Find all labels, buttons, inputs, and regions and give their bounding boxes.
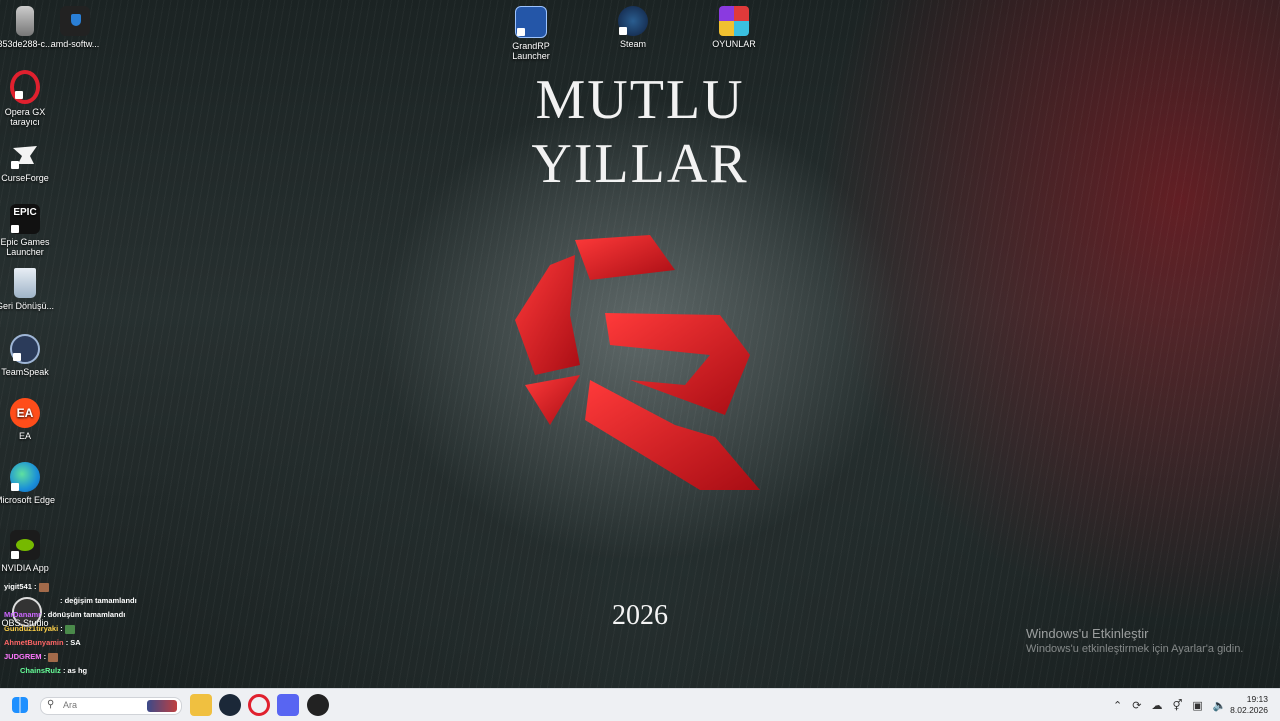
desktop-icon-label: CurseForge — [1, 173, 49, 183]
search-placeholder: Ara — [63, 700, 78, 710]
chat-user: yigit541 — [4, 582, 32, 591]
file-explorer-icon[interactable] — [190, 694, 212, 716]
chat-message: ChainsRulz : as hg — [20, 664, 304, 678]
chat-user: AhmetBunyamin — [4, 638, 64, 647]
desktop-icon-label: Microsoft Edge — [0, 495, 56, 505]
desktop-icon-label: GrandRP Launcher — [512, 41, 550, 61]
desktop-icon-label: amd-softw... — [50, 39, 100, 49]
desktop-icon-label: TeamSpeak — [1, 367, 49, 377]
chevron-up-icon[interactable]: ⌃ — [1113, 699, 1122, 712]
desktop-icon-obs[interactable]: OBS Studio — [0, 618, 56, 628]
file-icon — [16, 6, 34, 36]
clock[interactable]: 19:13 8.02.2026 — [1230, 694, 1268, 716]
desktop-icon-label: EA — [18, 431, 31, 441]
teamspeak-icon — [10, 334, 40, 364]
desktop-icon-label: Geri Dönüşü... — [0, 301, 55, 311]
activation-subtitle: Windows'u etkinleştirmek için Ayarlar'a … — [1026, 643, 1244, 655]
desktop-icon-steam[interactable]: Steam — [602, 6, 664, 49]
chat-message: yigit541 : — [4, 580, 304, 594]
desktop-icon-nvidia[interactable]: NVIDIA App — [0, 530, 56, 573]
chat-user: ChainsRulz — [20, 666, 61, 675]
nvidia-icon — [10, 530, 40, 560]
desktop-icon-label: Epic Games Launcher — [0, 237, 50, 257]
emote-icon — [48, 652, 59, 662]
desktop-icon-label: OYUNLAR — [712, 39, 756, 49]
desktop-icon-label: Opera GX tarayıcı — [4, 107, 46, 127]
microphone-icon[interactable]: ⚥ — [1172, 699, 1182, 712]
taskbar: ⚲ Ara ⌃ ⟳ ☁ ⚥ ▣ 🔈 19:13 8.02.2026 — [0, 688, 1280, 721]
activation-watermark: Windows'u Etkinleştir Windows'u etkinleş… — [1026, 626, 1243, 655]
chat-text: : değişim tamamlandı — [60, 596, 137, 605]
folder-games-icon — [719, 6, 749, 36]
desktop-icon-oyunlar[interactable]: OYUNLAR — [703, 6, 765, 49]
grandrp-logo — [515, 235, 760, 490]
desktop-icon-edge[interactable]: Microsoft Edge — [0, 462, 56, 505]
system-tray: ⌃ ⟳ ☁ ⚥ ▣ 🔈 — [1108, 689, 1231, 721]
chat-message: AhmetBunyamin : SA — [4, 636, 304, 650]
sync-icon[interactable]: ⟳ — [1132, 699, 1141, 712]
desktop-icon-label: OBS Studio — [1, 618, 49, 628]
desktop-icon-ea[interactable]: EA EA — [0, 398, 56, 441]
obs-icon[interactable] — [307, 694, 329, 716]
steam-icon — [618, 6, 648, 36]
chat-text: : SA — [65, 638, 81, 647]
chat-text: : — [43, 652, 47, 661]
desktop-icon-curseforge[interactable]: CurseForge — [0, 140, 56, 183]
edge-icon — [10, 462, 40, 492]
desktop-icon-label: Steam — [619, 39, 646, 49]
grandrp-icon — [515, 6, 547, 38]
desktop-icon-recycle-bin[interactable]: Geri Dönüşü... — [0, 268, 56, 311]
chat-overlay: yigit541 : : değişim tamamlandı MrDanamr… — [4, 580, 304, 678]
recycle-bin-icon — [14, 268, 36, 298]
clock-date: 8.02.2026 — [1230, 705, 1268, 715]
volume-icon[interactable]: 🔈 — [1213, 699, 1227, 712]
desktop-icon-opera-gx[interactable]: Opera GX tarayıcı — [0, 70, 56, 127]
desktop-icon-amd[interactable]: amd-softw... — [44, 6, 106, 49]
desktop-icon-grandrp[interactable]: GrandRP Launcher — [500, 6, 562, 61]
start-button[interactable] — [12, 697, 28, 713]
installer-icon — [60, 6, 90, 36]
chat-user: JUDGREM — [4, 652, 42, 661]
curseforge-icon — [10, 140, 40, 170]
epic-games-icon: EPIC — [10, 204, 40, 234]
network-icon[interactable]: ▣ — [1192, 699, 1202, 712]
ea-icon: EA — [10, 398, 40, 428]
steam-icon[interactable] — [219, 694, 241, 716]
desktop-icon-epic[interactable]: EPIC Epic Games Launcher — [0, 204, 56, 257]
emote-icon — [64, 624, 75, 634]
opera-gx-icon[interactable] — [248, 694, 270, 716]
desktop-icon-teamspeak[interactable]: TeamSpeak — [0, 334, 56, 377]
desktop-icon-label: NVIDIA App — [1, 563, 49, 573]
search-icon: ⚲ — [47, 699, 55, 710]
wallpaper-year: 2026 — [612, 600, 668, 631]
emote-icon — [38, 582, 49, 592]
chat-message: : değişim tamamlandı — [60, 594, 304, 608]
chat-text: : as hg — [62, 666, 88, 675]
wallpaper-title: MUTLU YILLAR — [531, 69, 749, 195]
search-highlight-icon — [147, 700, 177, 712]
search-box[interactable]: ⚲ Ara — [40, 697, 182, 715]
clock-time: 19:13 — [1246, 694, 1268, 704]
discord-icon[interactable] — [277, 694, 299, 716]
opera-gx-icon — [10, 70, 40, 104]
chat-text: : — [34, 582, 37, 591]
chat-message: JUDGREM : — [4, 650, 304, 664]
activation-title: Windows'u Etkinleştir — [1026, 626, 1149, 641]
chat-text: : — [60, 624, 63, 633]
cloud-icon[interactable]: ☁ — [1151, 699, 1162, 712]
